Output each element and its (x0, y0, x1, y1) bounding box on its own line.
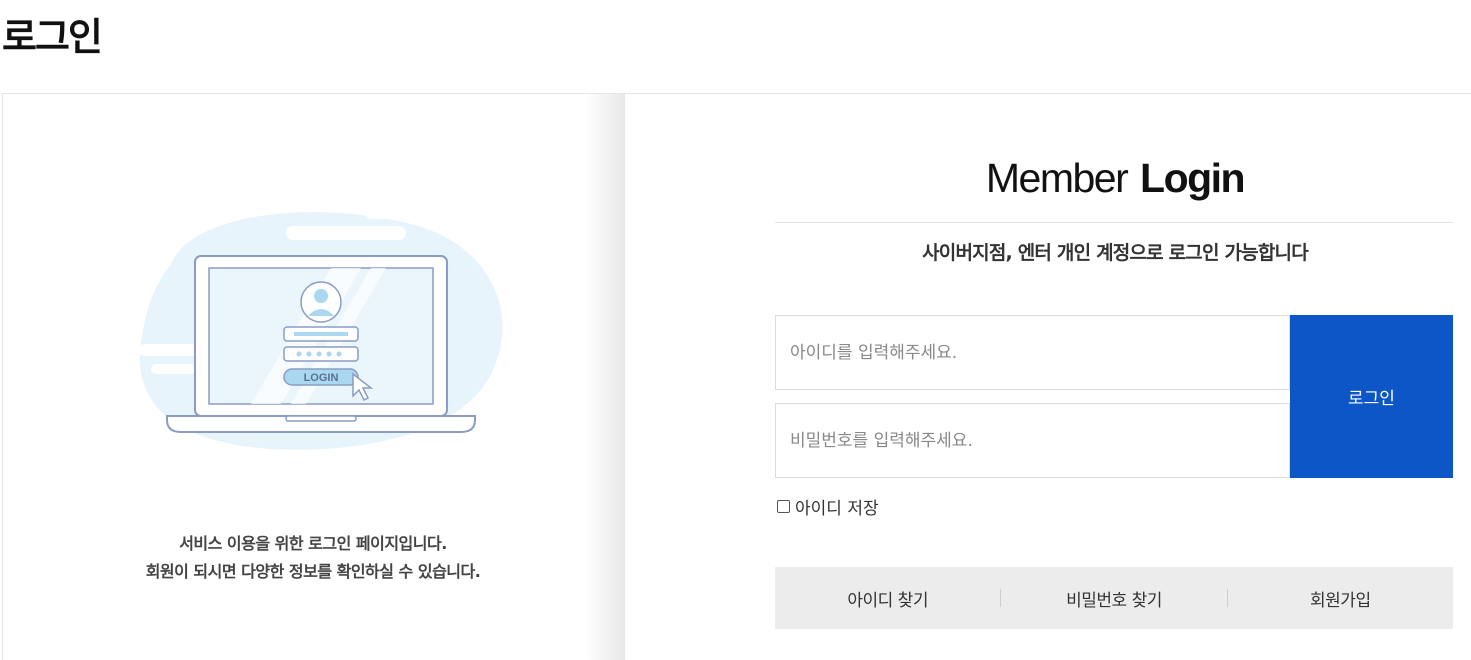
laptop-hinge (285, 415, 357, 422)
username-field-fill (294, 332, 348, 336)
user-id-input[interactable] (775, 315, 1290, 390)
login-subheading: 사이버지점, 엔터 개인 계정으로 로그인 가능합니다 (922, 242, 1309, 264)
member-login-heading: Member Login (775, 154, 1455, 202)
account-links-bar: 아이디 찾기 비밀번호 찾기 회원가입 (775, 567, 1453, 629)
find-id-link[interactable]: 아이디 찾기 (775, 586, 1000, 611)
page-title: 로그인 (2, 15, 103, 59)
cloud-streak (151, 364, 196, 374)
save-id-option[interactable]: 아이디 저장 (777, 494, 879, 519)
save-id-label: 아이디 저장 (795, 499, 879, 519)
user-avatar-head (314, 289, 328, 303)
login-frame: LOGIN 서비스 이용을 위한 로그인 페이지입니다. 회원이 되시면 다양한… (2, 93, 1471, 660)
heading-divider (775, 222, 1453, 223)
login-intro-panel: LOGIN 서비스 이용을 위한 로그인 페이지입니다. 회원이 되시면 다양한… (3, 94, 625, 660)
login-intro-text: 서비스 이용을 위한 로그인 페이지입니다. 회원이 되시면 다양한 정보를 확… (63, 530, 563, 586)
save-id-checkbox[interactable] (777, 500, 790, 513)
login-form-panel: Member Login 사이버지점, 엔터 개인 계정으로 로그인 가능합니다… (625, 94, 1471, 660)
sign-up-link[interactable]: 회원가입 (1228, 586, 1453, 611)
cloud-streak (139, 344, 199, 356)
heading-login-text: Login (1140, 155, 1246, 201)
login-button-graphic-text: LOGIN (304, 372, 339, 384)
laptop-login-illustration: LOGIN (139, 209, 503, 450)
password-input[interactable] (775, 403, 1290, 478)
heading-member-text: Member (985, 155, 1129, 201)
intro-line-2: 회원이 되시면 다양한 정보를 확인하실 수 있습니다. (145, 562, 481, 581)
find-password-link[interactable]: 비밀번호 찾기 (1001, 586, 1226, 611)
login-submit-button[interactable]: 로그인 (1290, 315, 1453, 478)
cloud-streak (366, 209, 416, 219)
panel-divider-shadow (585, 94, 625, 660)
intro-line-1: 서비스 이용을 위한 로그인 페이지입니다. (179, 534, 447, 553)
cloud-streak (286, 226, 406, 240)
